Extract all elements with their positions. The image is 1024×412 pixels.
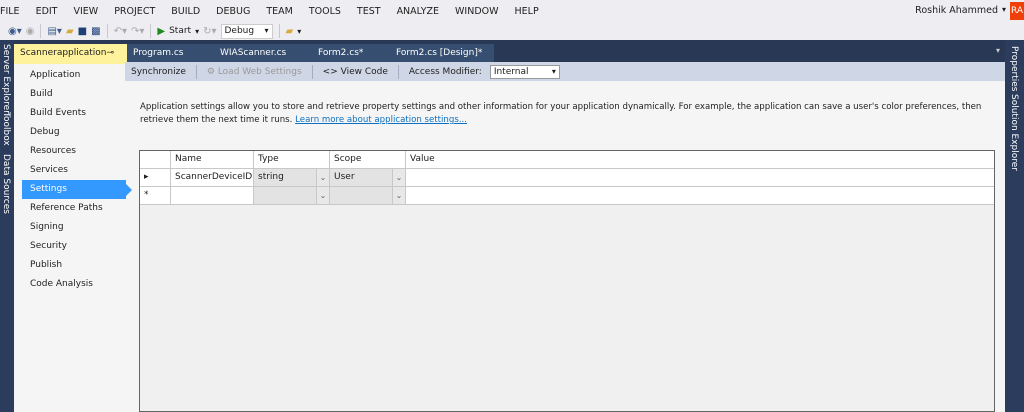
document-tabs: Scannerapplication⊸ ✕ Program.cs WIAScan…: [14, 44, 494, 76]
scope-cell[interactable]: ⌄: [330, 187, 406, 204]
left-tool-strip: Server Explorer Toolbox Data Sources: [0, 40, 14, 412]
sidebar-item-reference-paths[interactable]: Reference Paths: [22, 199, 126, 218]
user-name[interactable]: Roshik Ahammed: [915, 5, 998, 16]
access-modifier-select[interactable]: Internal: [489, 64, 560, 79]
header-type[interactable]: Type: [254, 151, 330, 168]
sidebar-item-signing[interactable]: Signing: [22, 218, 126, 237]
view-code-label: View Code: [340, 66, 388, 77]
menu-test[interactable]: TEST: [349, 6, 389, 17]
settings-toolbar: Synchronize ⚙ Load Web Settings <> View …: [125, 62, 1005, 81]
access-modifier-label: Access Modifier:: [408, 66, 482, 77]
tab-wiascanner-cs[interactable]: WIAScanner.cs: [204, 44, 302, 62]
properties-sidebar: Application Build Build Events Debug Resourc…: [22, 66, 132, 294]
description-text: Application settings allow you to store …: [140, 102, 982, 125]
start-icon[interactable]: ▶: [157, 26, 165, 37]
chevron-down-icon[interactable]: ⌄: [392, 169, 405, 186]
header-value[interactable]: Value: [406, 151, 994, 168]
table-row[interactable]: ▸ ScannerDeviceID string ⌄ User ⌄: [140, 169, 994, 187]
menu-bar: FILE EDIT VIEW PROJECT BUILD DEBUG TEAM …: [0, 0, 1024, 22]
sidebar-item-security[interactable]: Security: [22, 237, 126, 256]
synchronize-button[interactable]: Synchronize: [131, 67, 186, 77]
chevron-down-icon[interactable]: ⌄: [392, 187, 405, 204]
sidebar-item-build-events[interactable]: Build Events: [22, 104, 126, 123]
web-settings-icon: ⚙: [206, 66, 218, 77]
load-web-label: Load Web Settings: [217, 66, 302, 77]
type-cell[interactable]: string ⌄: [254, 169, 330, 186]
scope-cell[interactable]: User ⌄: [330, 169, 406, 186]
settings-grid: Name Type Scope Value ▸ ScannerDeviceID …: [139, 150, 995, 412]
menu-analyze[interactable]: ANALYZE: [389, 6, 447, 17]
server-explorer-tab[interactable]: Server Explorer: [1, 44, 11, 114]
type-cell[interactable]: ⌄: [254, 187, 330, 204]
header-scope[interactable]: Scope: [330, 151, 406, 168]
menu-help[interactable]: HELP: [507, 6, 547, 17]
load-web-settings-button[interactable]: ⚙ Load Web Settings: [207, 67, 302, 77]
tab-label: Scannerapplication: [20, 48, 107, 58]
refresh-icon[interactable]: ↻▾: [203, 26, 216, 37]
name-cell[interactable]: [171, 187, 254, 204]
sidebar-item-code-analysis[interactable]: Code Analysis: [22, 275, 126, 294]
save-all-icon[interactable]: ▩: [91, 26, 100, 37]
tab-form2-design[interactable]: Form2.cs [Design]*: [380, 44, 494, 62]
tab-scannerapplication[interactable]: Scannerapplication⊸ ✕: [14, 44, 127, 76]
menu-view[interactable]: VIEW: [66, 6, 107, 17]
forward-icon[interactable]: ◉: [26, 26, 35, 37]
save-icon[interactable]: ■: [78, 26, 87, 37]
user-dropdown-icon[interactable]: ▾: [1002, 5, 1006, 14]
menu-tools[interactable]: TOOLS: [301, 6, 349, 17]
back-icon[interactable]: ◉▾: [8, 26, 22, 37]
value-cell[interactable]: [406, 169, 994, 186]
sidebar-item-resources[interactable]: Resources: [22, 142, 126, 161]
start-button[interactable]: Start: [169, 26, 191, 36]
chevron-down-icon[interactable]: ⌄: [316, 169, 329, 186]
view-code-button[interactable]: <> View Code: [323, 67, 388, 77]
right-tool-strip: Properties Solution Explorer: [1005, 40, 1024, 412]
settings-description: Application settings allow you to store …: [140, 101, 1000, 127]
new-project-icon[interactable]: ▤▾: [47, 26, 61, 37]
learn-more-link[interactable]: Learn more about application settings...: [295, 115, 467, 125]
header-name[interactable]: Name: [171, 151, 254, 168]
main-toolbar: ◉▾ ◉ ▤▾ ▰ ■ ▩ ↶▾ ↷▾ ▶ Start ▾ ↻▾ Debug ▰…: [0, 22, 1024, 40]
menu-build[interactable]: BUILD: [163, 6, 208, 17]
properties-tab[interactable]: Properties: [1009, 46, 1019, 91]
table-row[interactable]: * ⌄ ⌄: [140, 187, 994, 205]
code-icon: <>: [322, 66, 341, 77]
undo-icon[interactable]: ↶▾: [114, 26, 127, 37]
sidebar-item-build[interactable]: Build: [22, 85, 126, 104]
pin-close-icon[interactable]: ⊸ ✕: [106, 44, 121, 76]
menu-team[interactable]: TEAM: [258, 6, 301, 17]
tab-program-cs[interactable]: Program.cs: [127, 44, 204, 62]
tab-overflow-icon[interactable]: ▾: [996, 46, 1000, 55]
type-value: string: [258, 172, 284, 182]
redo-icon[interactable]: ↷▾: [131, 26, 144, 37]
find-in-files-icon[interactable]: ▰: [286, 26, 294, 37]
solution-config-select[interactable]: Debug: [220, 23, 273, 39]
menu-debug[interactable]: DEBUG: [208, 6, 258, 17]
menu-edit[interactable]: EDIT: [28, 6, 66, 17]
row-header-corner: [140, 151, 171, 168]
grid-header-row: Name Type Scope Value: [140, 151, 994, 169]
toolbox-tab[interactable]: Toolbox: [1, 112, 11, 146]
name-cell[interactable]: ScannerDeviceID: [171, 169, 254, 186]
menu-project[interactable]: PROJECT: [106, 6, 163, 17]
sidebar-item-services[interactable]: Services: [22, 161, 126, 180]
open-folder-icon[interactable]: ▰: [66, 26, 74, 37]
row-marker[interactable]: ▸: [140, 169, 171, 186]
chevron-down-icon[interactable]: ⌄: [316, 187, 329, 204]
sidebar-item-application[interactable]: Application: [22, 66, 126, 85]
sidebar-item-settings[interactable]: Settings: [22, 180, 132, 199]
scope-value: User: [334, 172, 355, 182]
sidebar-item-debug[interactable]: Debug: [22, 123, 126, 142]
menu-file[interactable]: FILE: [0, 6, 28, 17]
row-marker[interactable]: *: [140, 187, 171, 204]
sidebar-item-publish[interactable]: Publish: [22, 256, 126, 275]
data-sources-tab[interactable]: Data Sources: [1, 154, 11, 214]
menu-window[interactable]: WINDOW: [447, 6, 507, 17]
toolbar-overflow-icon[interactable]: ▾: [297, 27, 301, 36]
solution-explorer-tab[interactable]: Solution Explorer: [1009, 94, 1019, 171]
start-dropdown-icon[interactable]: ▾: [195, 27, 199, 36]
tab-form2-cs[interactable]: Form2.cs*: [302, 44, 380, 62]
avatar[interactable]: RA: [1010, 2, 1024, 20]
value-cell[interactable]: [406, 187, 994, 204]
